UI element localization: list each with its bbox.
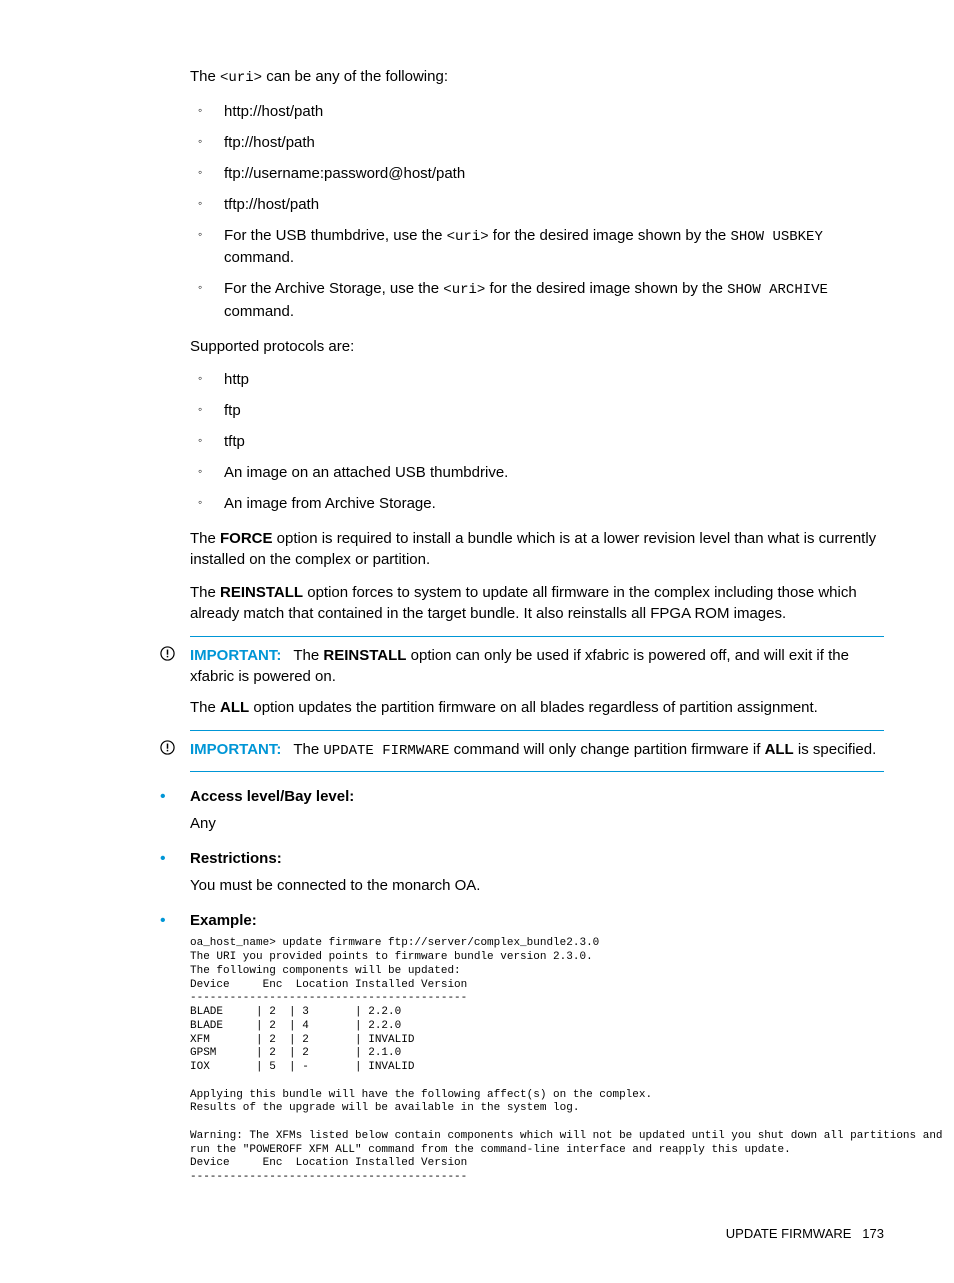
supported-protocols-label: Supported protocols are: [190,336,884,357]
access-level-body: Any [190,813,884,834]
list-item: For the USB thumbdrive, use the <uri> fo… [190,225,884,269]
access-level-heading: Access level/Bay level: [190,786,884,807]
restrictions-section: Restrictions: You must be connected to t… [160,848,884,896]
access-level-section: Access level/Bay level: Any [160,786,884,834]
uri-list: http://host/path ftp://host/path ftp://u… [190,101,884,322]
all-option-paragraph: The ALL option updates the partition fir… [190,697,884,718]
list-item: ftp [190,400,884,421]
protocol-list: http ftp tftp An image on an attached US… [190,369,884,514]
example-section: Example: oa_host_name> update firmware f… [160,910,884,1185]
divider [190,771,884,772]
list-item: An image from Archive Storage. [190,493,884,514]
restrictions-body: You must be connected to the monarch OA. [190,875,884,896]
list-item: ftp://host/path [190,132,884,153]
important-note-update-firmware: IMPORTANT:The UPDATE FIRMWARE command wi… [160,739,884,762]
important-label: IMPORTANT: [190,741,281,758]
example-code-block: oa_host_name> update firmware ftp://serv… [190,937,884,1185]
list-item: For the Archive Storage, use the <uri> f… [190,278,884,322]
example-heading: Example: [190,910,884,931]
force-option-paragraph: The FORCE option is required to install … [190,528,884,570]
page-number: 173 [862,1226,884,1241]
list-item: tftp://host/path [190,194,884,215]
important-icon [160,645,190,661]
page-footer: UPDATE FIRMWARE 173 [50,1225,884,1243]
list-item: An image on an attached USB thumbdrive. [190,462,884,483]
list-item: tftp [190,431,884,452]
uri-code: <uri> [220,70,262,86]
divider [190,636,884,637]
list-item: ftp://username:password@host/path [190,163,884,184]
footer-title: UPDATE FIRMWARE [726,1226,852,1241]
list-item: http://host/path [190,101,884,122]
divider [190,730,884,731]
important-label: IMPORTANT: [190,647,281,664]
restrictions-heading: Restrictions: [190,848,884,869]
important-icon [160,739,190,755]
page-content: The <uri> can be any of the following: h… [190,66,884,1185]
important-note-reinstall: IMPORTANT:The REINSTALL option can only … [160,645,884,687]
list-item: http [190,369,884,390]
reinstall-option-paragraph: The REINSTALL option forces to system to… [190,582,884,624]
uri-intro: The <uri> can be any of the following: [190,66,884,89]
